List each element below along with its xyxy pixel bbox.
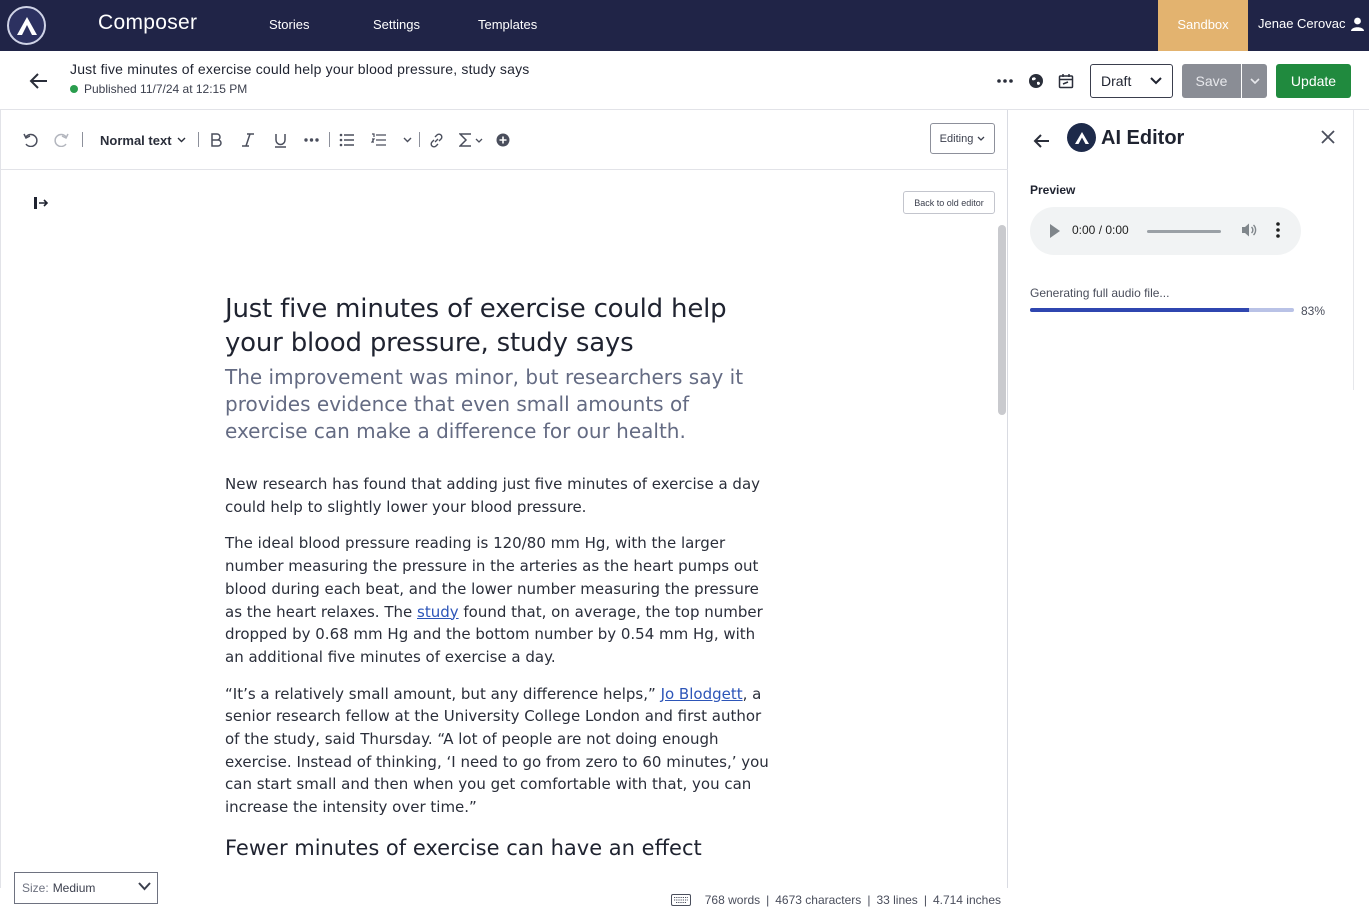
- save-options-button[interactable]: [1242, 64, 1267, 98]
- insert-plus-icon[interactable]: [494, 130, 512, 150]
- published-dot-icon: [70, 85, 78, 93]
- story-header: Just five minutes of exercise could help…: [0, 51, 1369, 110]
- workflow-status-value: Draft: [1101, 73, 1132, 89]
- update-button[interactable]: Update: [1276, 64, 1351, 98]
- story-status: Published 11/7/24 at 12:15 PM: [70, 82, 247, 96]
- user-menu[interactable]: Jenae Cerovac: [1258, 16, 1365, 31]
- top-nav: Composer Stories Settings Templates Sand…: [0, 0, 1369, 51]
- paragraph-text: “It’s a relatively small amount, but any…: [225, 684, 661, 703]
- chevron-down-icon: [977, 136, 985, 141]
- word-count: 768 words: [704, 893, 761, 907]
- stats-divider: |: [923, 893, 927, 907]
- panel-toggle-icon[interactable]: [33, 195, 49, 211]
- story-status-text: Published 11/7/24 at 12:15 PM: [84, 82, 248, 96]
- back-arrow-icon[interactable]: [28, 70, 50, 92]
- app-name: Composer: [98, 11, 198, 34]
- undo-icon[interactable]: [21, 130, 39, 150]
- chevron-down-icon: [1249, 78, 1260, 84]
- article-subheading[interactable]: Fewer minutes of exercise can have an ef…: [225, 833, 773, 863]
- paragraph-text: , a senior research fellow at the Univer…: [225, 684, 769, 817]
- editing-mode-select[interactable]: Editing: [930, 123, 995, 154]
- document-stats: 768 words | 4673 characters | 33 lines |…: [670, 893, 1001, 907]
- article-dek[interactable]: The improvement was minor, but researche…: [225, 364, 773, 445]
- audio-progress-percent: 83%: [1301, 304, 1326, 318]
- ai-logo-icon: [1067, 123, 1096, 152]
- size-label: Size:: [22, 881, 49, 895]
- list-options-chevron-icon[interactable]: [400, 130, 414, 150]
- generating-audio-label: Generating full audio file...: [1030, 286, 1170, 300]
- toolbar-divider: [329, 132, 330, 147]
- article-paragraph[interactable]: The ideal blood pressure reading is 120/…: [225, 532, 773, 668]
- toolbar-divider: [198, 132, 199, 147]
- globe-icon[interactable]: [1026, 71, 1046, 91]
- editor-footer: Size: Medium 768 words | 4673 characters…: [0, 872, 1008, 918]
- nav-link-settings[interactable]: Settings: [373, 17, 420, 32]
- story-title: Just five minutes of exercise could help…: [70, 61, 530, 77]
- audio-progress-fill: [1030, 308, 1250, 312]
- user-name: Jenae Cerovac: [1258, 16, 1346, 31]
- audio-time: 0:00 / 0:00: [1072, 223, 1129, 237]
- article-paragraph[interactable]: New research has found that adding just …: [225, 473, 773, 518]
- bullet-list-icon[interactable]: [338, 130, 356, 150]
- more-formatting-icon[interactable]: [302, 130, 320, 150]
- ai-editor-panel: AI Editor Preview 0:00 / 0:00 Generating…: [1009, 110, 1369, 918]
- article-paragraph[interactable]: “It’s a relatively small amount, but any…: [225, 683, 773, 819]
- audio-player: 0:00 / 0:00: [1030, 207, 1301, 255]
- app-logo-icon[interactable]: [7, 6, 46, 45]
- back-to-old-editor-button[interactable]: Back to old editor: [903, 191, 995, 214]
- editing-mode-value: Editing: [939, 132, 974, 145]
- editor-scrollbar[interactable]: [998, 225, 1006, 415]
- text-style-value: Normal text: [100, 132, 172, 148]
- chevron-down-icon: [177, 137, 186, 143]
- bold-icon[interactable]: [207, 130, 225, 150]
- user-icon: [1351, 17, 1365, 31]
- audio-progress-bar: [1030, 308, 1294, 312]
- size-select[interactable]: Size: Medium: [14, 872, 158, 904]
- stats-divider: |: [766, 893, 770, 907]
- toolbar-divider: [419, 132, 420, 147]
- chevron-down-icon: [138, 882, 151, 891]
- editor-toolbar: Normal text Editing: [0, 110, 1008, 170]
- line-count: 33 lines: [876, 893, 918, 907]
- nav-link-stories[interactable]: Stories: [269, 17, 309, 32]
- redo-icon[interactable]: [52, 130, 70, 150]
- keyboard-icon[interactable]: [670, 894, 691, 906]
- more-vertical-icon[interactable]: [1274, 221, 1282, 239]
- article-headline[interactable]: Just five minutes of exercise could help…: [225, 292, 773, 360]
- back-arrow-icon[interactable]: [1032, 131, 1052, 151]
- play-icon[interactable]: [1048, 223, 1062, 239]
- inch-count: 4.714 inches: [932, 893, 1001, 907]
- link-icon[interactable]: [427, 130, 445, 150]
- italic-icon[interactable]: [239, 130, 257, 150]
- underline-icon[interactable]: [271, 130, 289, 150]
- preview-label: Preview: [1030, 183, 1076, 197]
- workflow-status-select[interactable]: Draft: [1090, 64, 1173, 98]
- ai-panel-title: AI Editor: [1101, 127, 1185, 149]
- save-button[interactable]: Save: [1182, 64, 1241, 98]
- study-link[interactable]: study: [417, 603, 459, 621]
- jo-blodgett-link[interactable]: Jo Blodgett: [661, 685, 743, 703]
- more-options-icon[interactable]: [995, 71, 1015, 91]
- chevron-down-icon: [1150, 77, 1162, 85]
- stats-divider: |: [867, 893, 871, 907]
- schedule-calendar-icon[interactable]: [1056, 71, 1076, 91]
- toolbar-divider: [82, 132, 83, 147]
- sandbox-badge: Sandbox: [1158, 0, 1248, 51]
- article-body[interactable]: Just five minutes of exercise could help…: [225, 292, 773, 863]
- size-value: Medium: [52, 881, 96, 895]
- nav-link-templates[interactable]: Templates: [478, 17, 537, 32]
- text-style-select[interactable]: Normal text: [100, 130, 188, 150]
- character-count: 4673 characters: [775, 893, 862, 907]
- numbered-list-icon[interactable]: [370, 130, 388, 150]
- audio-seek-bar[interactable]: [1147, 230, 1221, 233]
- math-insert-icon[interactable]: [456, 130, 486, 150]
- editor-canvas[interactable]: Back to old editor Just five minutes of …: [0, 170, 1008, 888]
- volume-icon[interactable]: [1241, 222, 1257, 238]
- panel-divider: [1353, 110, 1354, 390]
- close-icon[interactable]: [1319, 128, 1337, 146]
- editor-pane: Normal text Editing Back to old editor J…: [0, 110, 1008, 918]
